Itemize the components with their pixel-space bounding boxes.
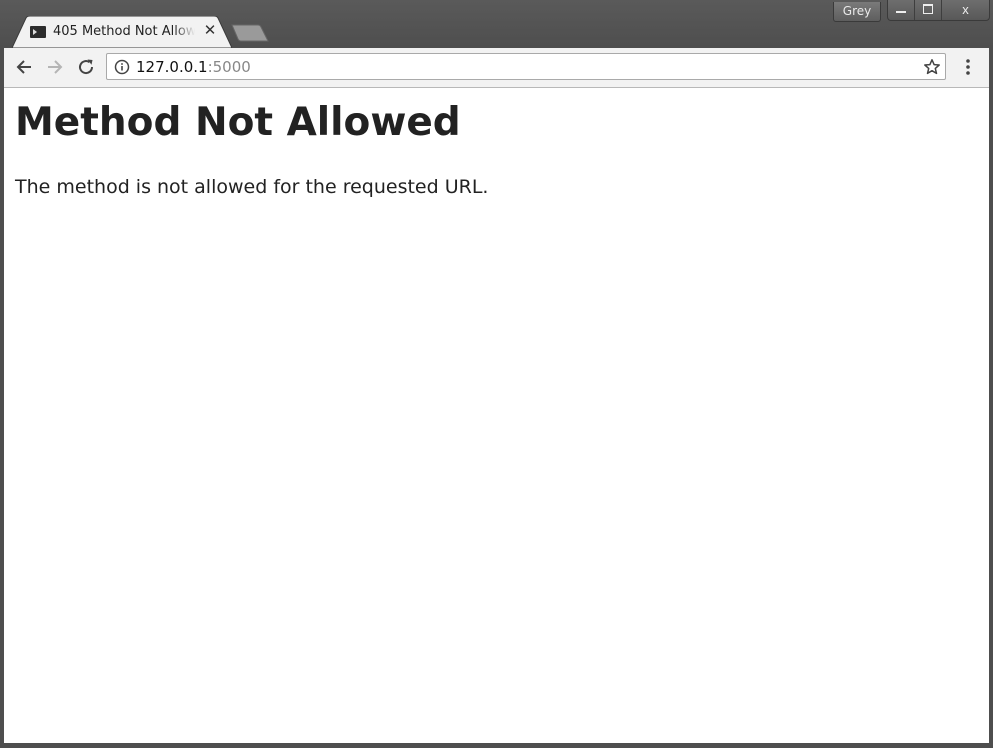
info-icon[interactable] <box>114 59 130 75</box>
error-message: The method is not allowed for the reques… <box>15 176 489 198</box>
browser-toolbar: 127.0.0.1:5000 <box>4 48 989 88</box>
window-controls: x <box>887 0 990 21</box>
url-port: :5000 <box>207 58 251 76</box>
maximize-button[interactable] <box>914 0 941 20</box>
page-content: Method Not Allowed The method is not all… <box>4 88 989 743</box>
menu-dots-icon[interactable] <box>960 57 976 77</box>
url-host: 127.0.0.1 <box>136 58 208 76</box>
url-text[interactable]: 127.0.0.1:5000 <box>136 59 251 75</box>
tab-close-icon[interactable]: ✕ <box>203 23 217 39</box>
forward-arrow-icon[interactable] <box>44 56 66 78</box>
browser-window: 405 Method Not Allowed ✕ Grey x <box>0 0 993 748</box>
tab-strip: 405 Method Not Allowed ✕ Grey x <box>0 0 993 48</box>
page-heading: Method Not Allowed <box>15 100 461 145</box>
back-arrow-icon[interactable] <box>13 56 35 78</box>
window-close-button[interactable]: x <box>941 0 989 20</box>
minimize-button[interactable] <box>888 0 914 20</box>
new-tab-button[interactable] <box>230 24 270 42</box>
terminal-page-icon <box>30 26 46 38</box>
reload-icon[interactable] <box>75 56 97 78</box>
tab-title: 405 Method Not Allowed <box>53 24 195 39</box>
star-icon[interactable] <box>923 58 941 76</box>
profile-button[interactable]: Grey <box>833 2 881 22</box>
tab-active[interactable]: 405 Method Not Allowed ✕ <box>12 16 232 48</box>
address-bar[interactable]: 127.0.0.1:5000 <box>106 53 946 80</box>
